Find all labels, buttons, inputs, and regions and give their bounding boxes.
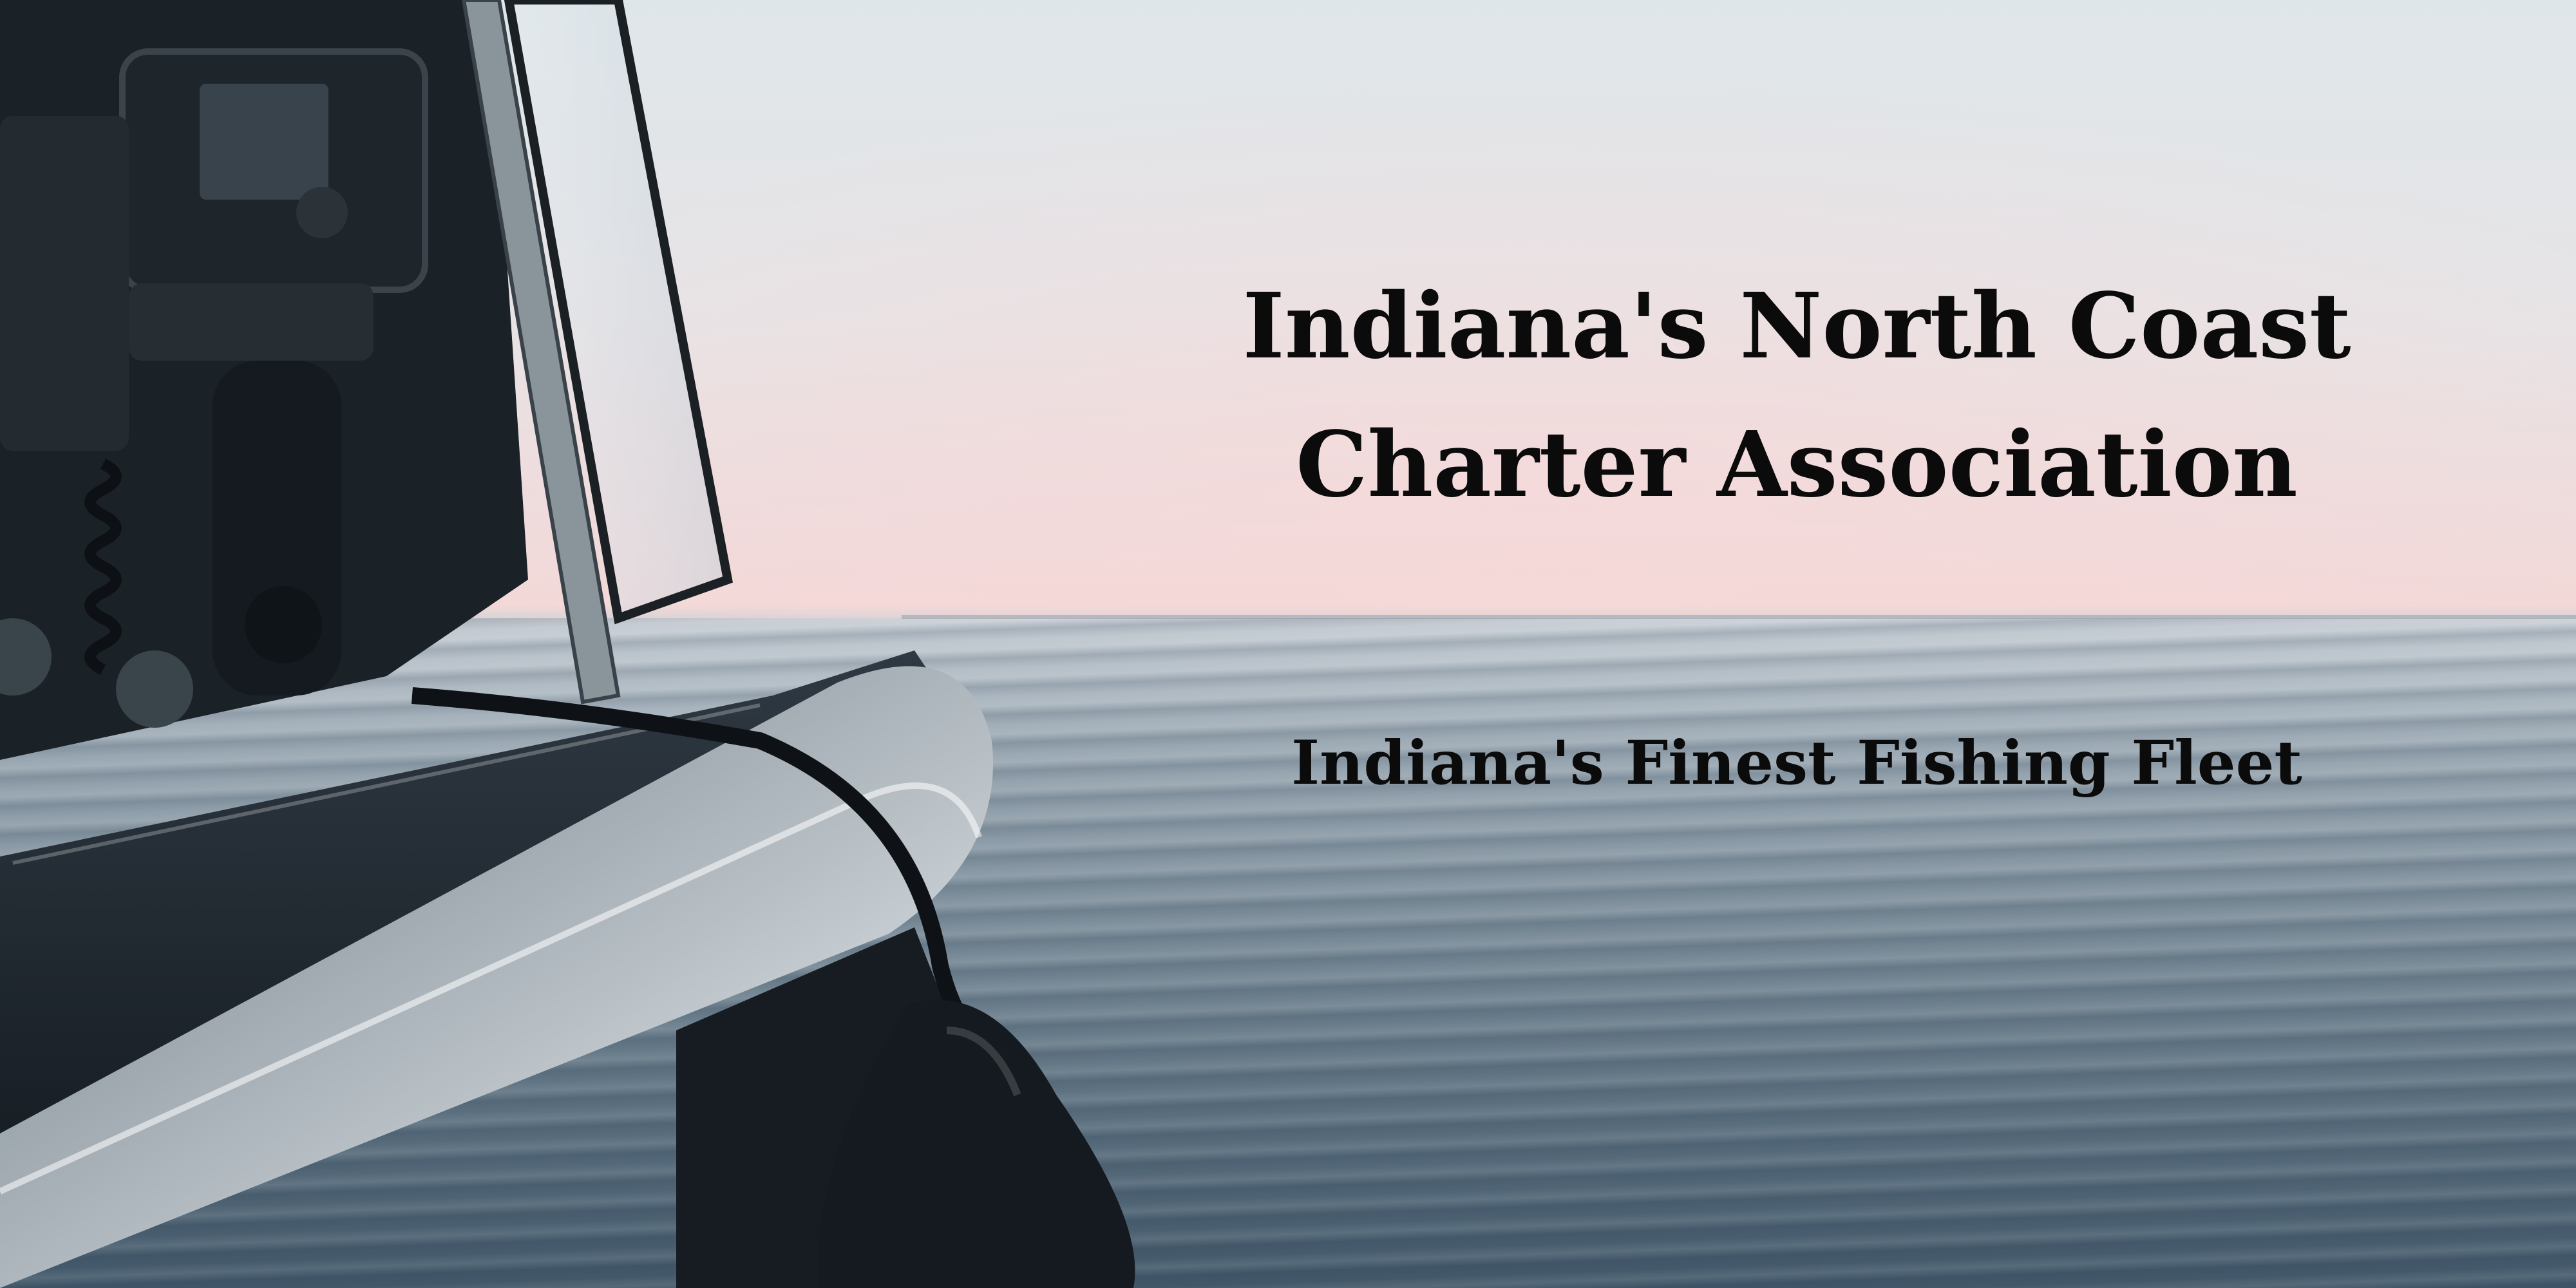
title-line-1: Indiana's North Coast [1242,274,2351,379]
tagline: Indiana's Finest Fishing Fleet [1291,728,2302,799]
organization-title: Indiana's North Coast Charter Associatio… [1159,258,2434,535]
title-line-2: Charter Association [1296,412,2298,518]
hero-banner: Indiana's North Coast Charter Associatio… [0,0,2576,1288]
boat-bow-image [0,0,1135,1288]
